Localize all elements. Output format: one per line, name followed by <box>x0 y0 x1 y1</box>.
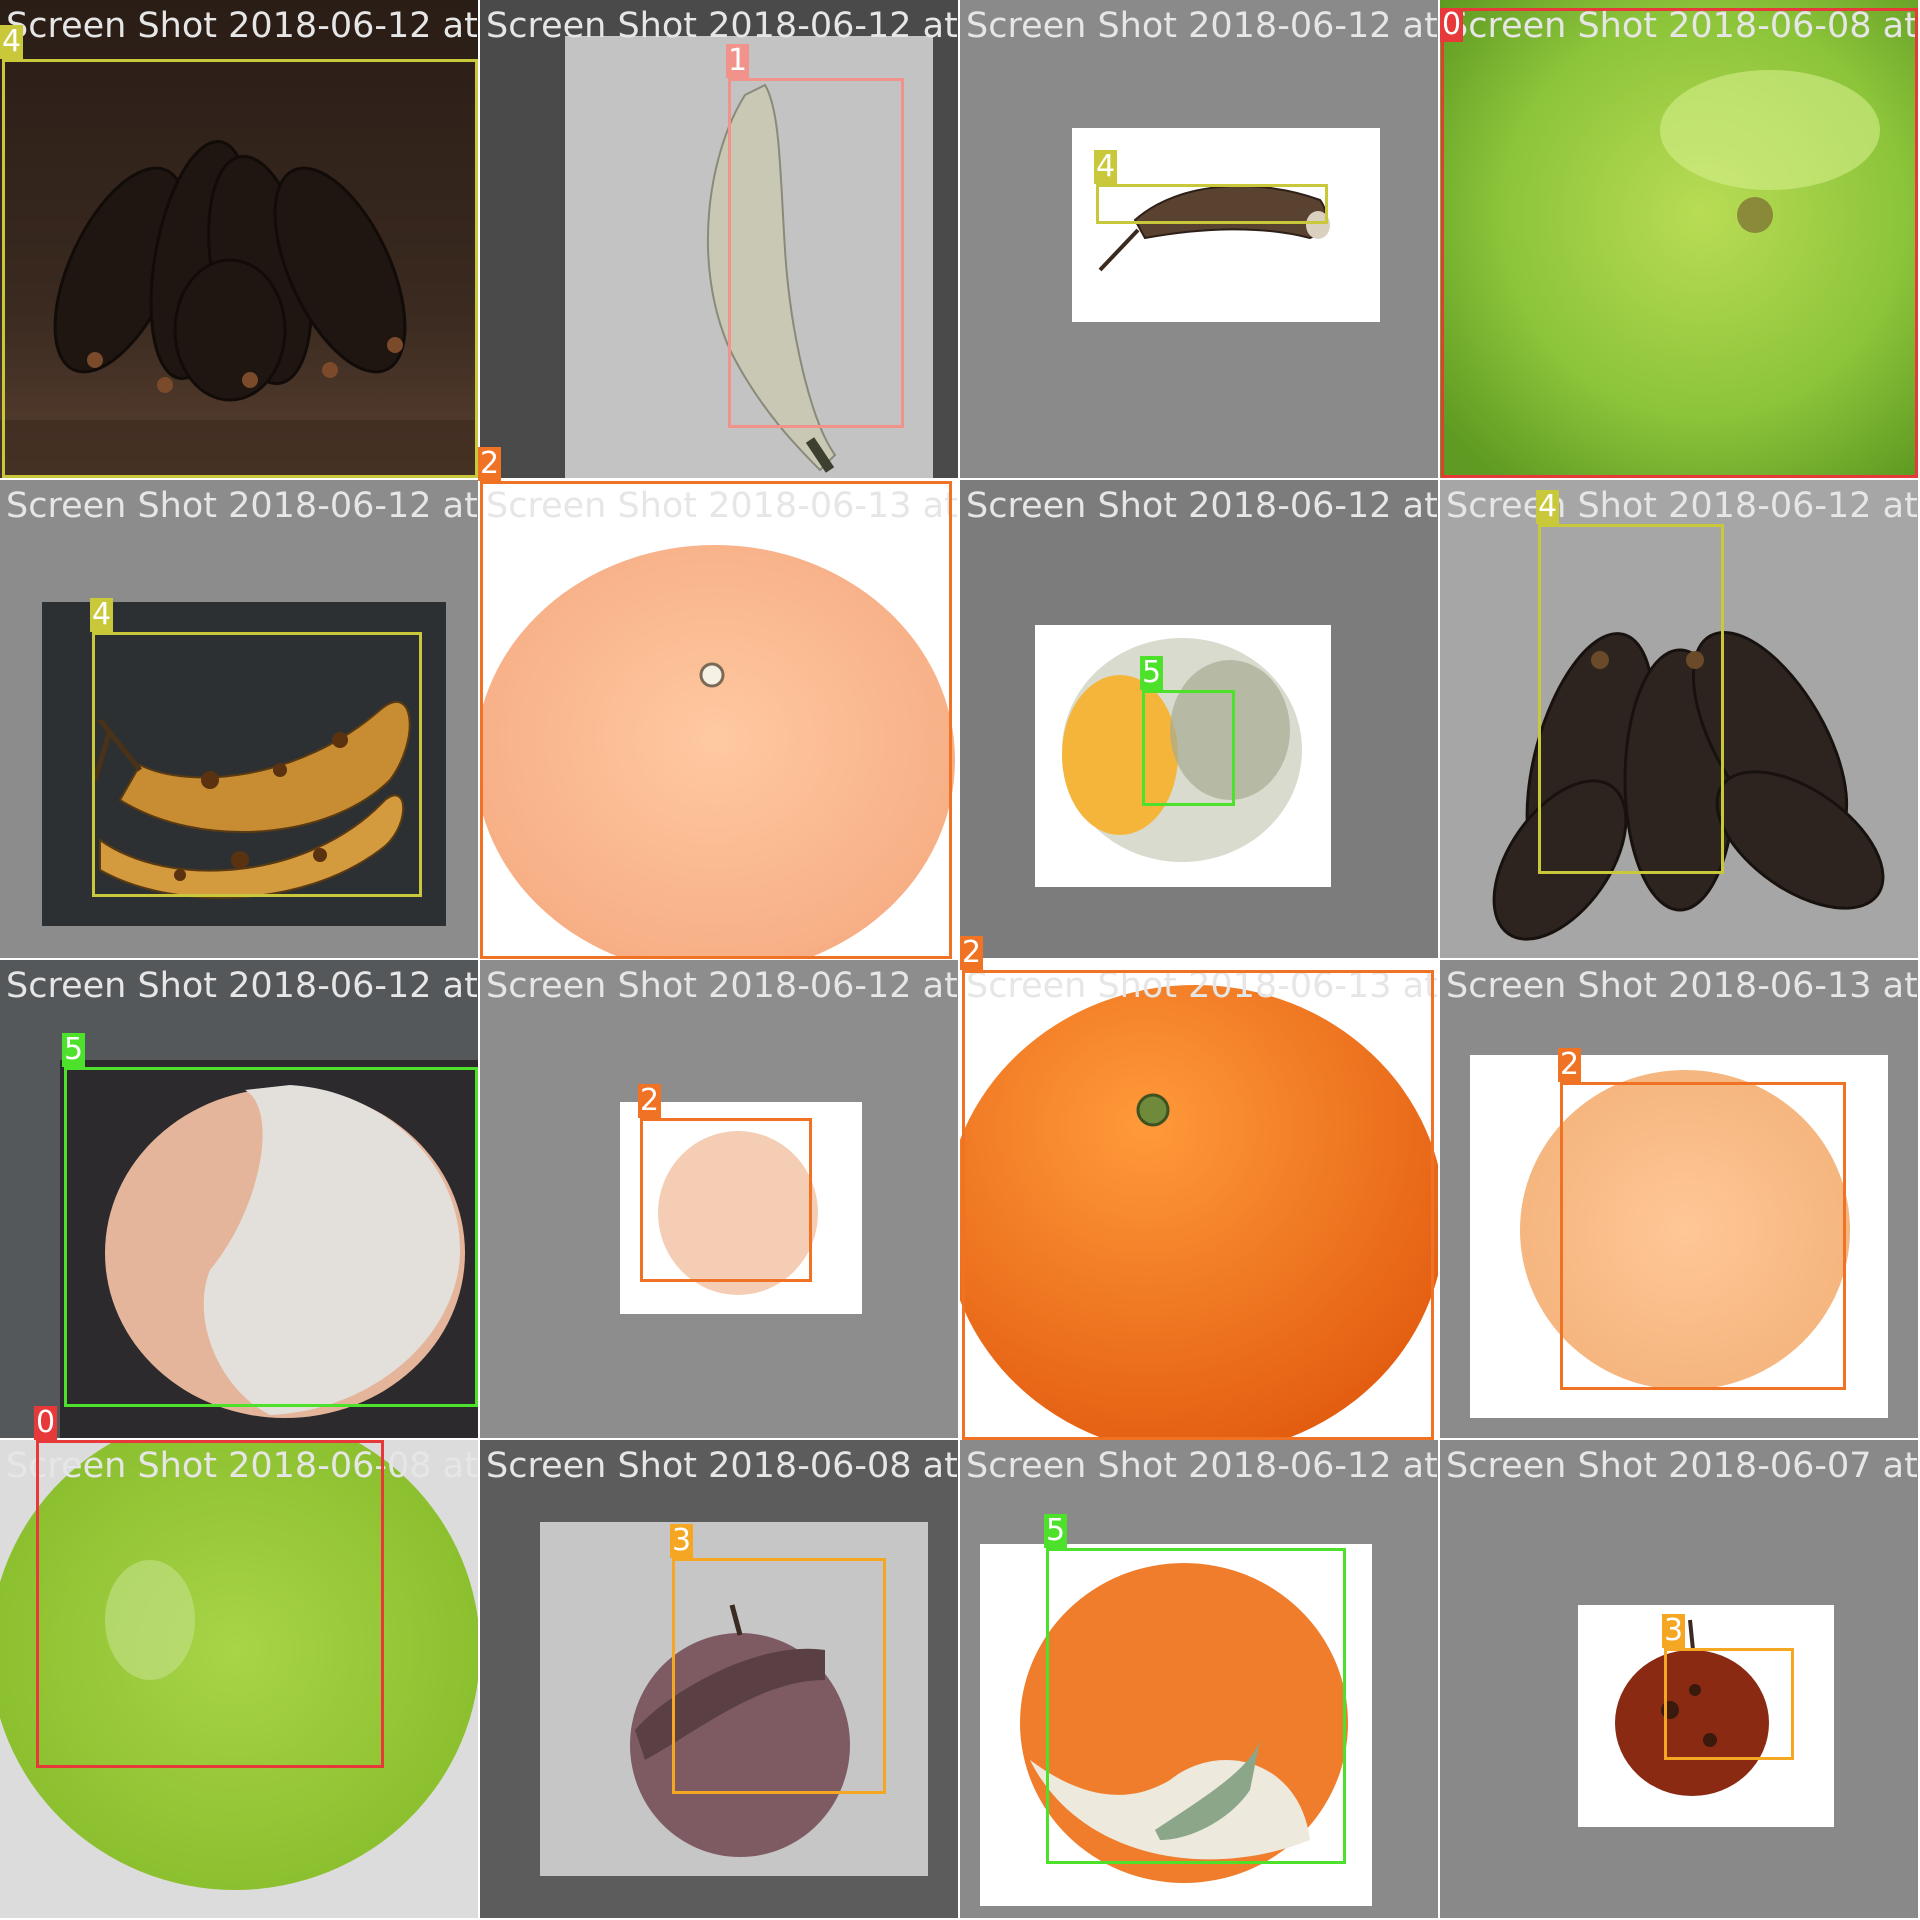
detection-box <box>1560 1082 1846 1390</box>
class-label: 4 <box>90 597 114 632</box>
mosaic-grid: Screen Shot 2018-06-12 at 9.19.08 PM.png… <box>0 0 1920 1920</box>
detection-box <box>1538 524 1724 874</box>
detection-box <box>640 1118 812 1282</box>
class-label: 4 <box>1536 489 1560 524</box>
class-label: 2 <box>960 935 984 970</box>
photo-single-banana <box>960 0 1438 478</box>
detection-box <box>962 970 1434 1440</box>
class-label: 3 <box>670 1523 694 1558</box>
detection-box <box>64 1067 478 1407</box>
grid-divider <box>1438 0 1440 1920</box>
detection-box <box>36 1440 384 1768</box>
detection-box <box>92 632 422 897</box>
class-label: 5 <box>62 1032 86 1067</box>
detection-box <box>480 481 952 959</box>
detection-box <box>1096 184 1328 224</box>
class-label: 0 <box>34 1405 58 1440</box>
class-label: 1 <box>726 43 750 78</box>
detection-box <box>1664 1648 1794 1760</box>
detection-box <box>1142 690 1235 806</box>
class-label: 2 <box>1558 1047 1582 1082</box>
class-label: 2 <box>478 446 502 481</box>
detection-box <box>672 1558 886 1794</box>
class-label: 4 <box>0 24 24 59</box>
grid-divider <box>478 0 480 1920</box>
tile-single-dark-banana: Screen Shot 2018-06-12 at 9.00.31 PM.png <box>960 0 1438 478</box>
detection-box <box>2 59 478 478</box>
detection-box <box>728 78 904 428</box>
class-label: 4 <box>1094 149 1118 184</box>
class-label: 0 <box>1440 7 1464 42</box>
detection-box <box>1046 1548 1346 1864</box>
detection-box <box>1441 8 1918 478</box>
class-label: 5 <box>1044 1513 1068 1548</box>
class-label: 3 <box>1662 1613 1686 1648</box>
grid-divider <box>0 478 1920 480</box>
class-label: 2 <box>638 1083 662 1118</box>
class-label: 5 <box>1140 655 1164 690</box>
